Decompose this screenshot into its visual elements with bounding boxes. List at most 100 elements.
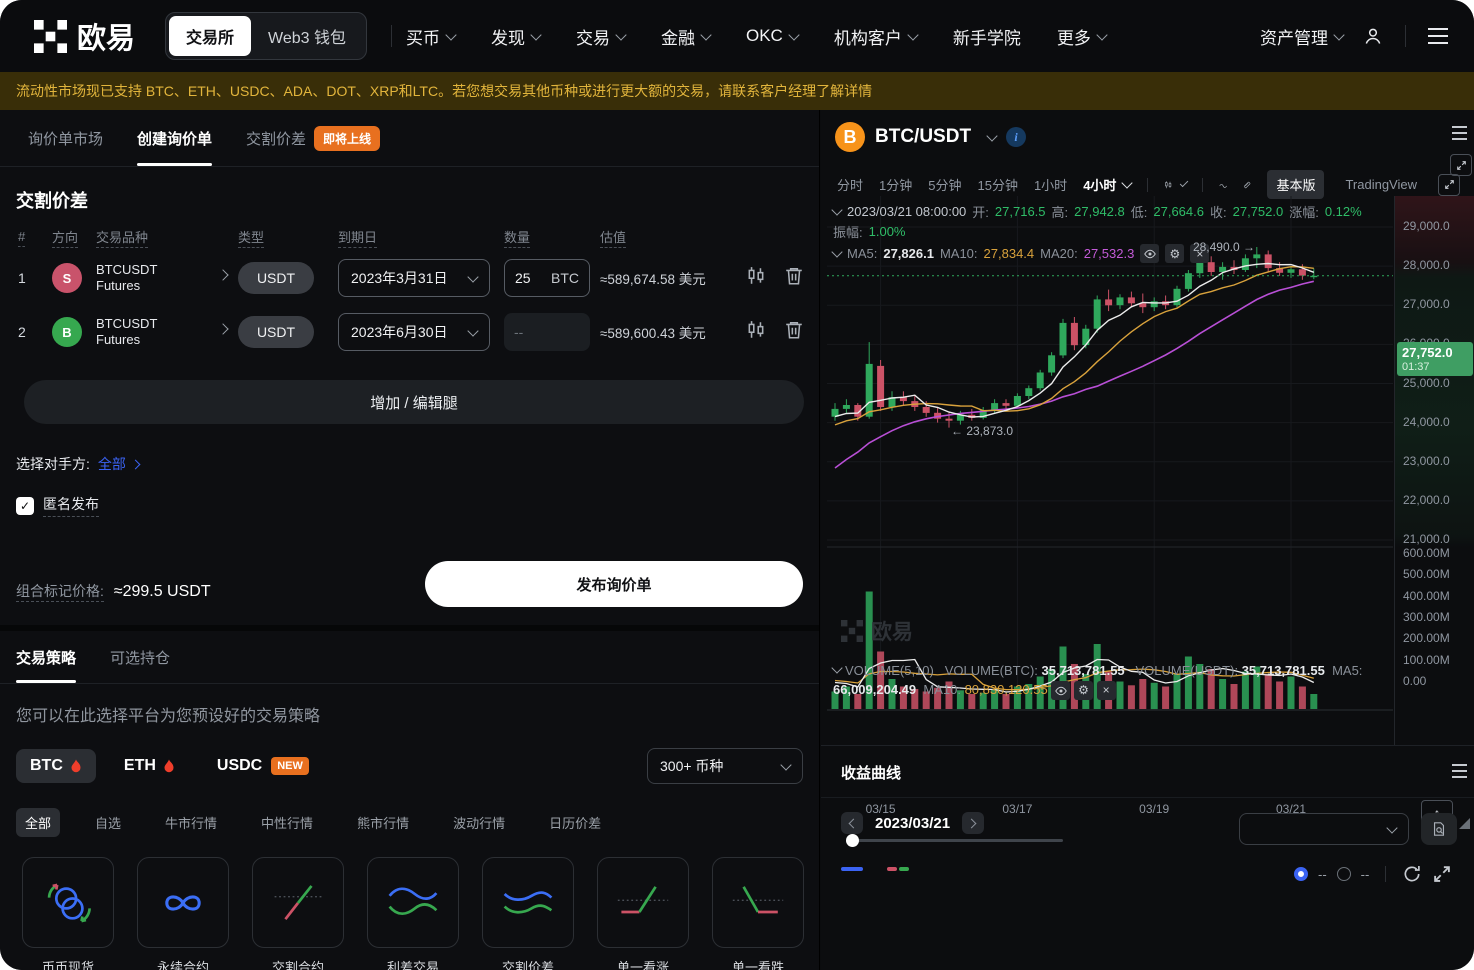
strategy-card-futures[interactable]: 交割合约: [252, 857, 344, 970]
filter-bear[interactable]: 熊市行情: [348, 808, 418, 837]
add-edit-leg-button[interactable]: 增加 / 编辑腿: [24, 380, 804, 424]
nav-item-finance[interactable]: 金融: [661, 24, 710, 49]
user-profile-icon[interactable]: [1363, 26, 1383, 46]
drawing-tools-icon[interactable]: [1243, 176, 1251, 194]
counterparty-all-link[interactable]: 全部: [98, 454, 126, 474]
nav-item-buy[interactable]: 买币: [406, 24, 455, 49]
time-slider[interactable]: [846, 839, 1063, 842]
nav-item-institutional[interactable]: 机构客户: [834, 24, 917, 49]
file-search-icon[interactable]: [1421, 813, 1457, 845]
indicator-line-icon[interactable]: [1219, 176, 1227, 194]
anonymous-checkbox[interactable]: ✓: [16, 497, 34, 515]
nav-item-discover[interactable]: 发现: [491, 24, 540, 49]
tf-1h[interactable]: 1小时: [1034, 175, 1067, 194]
side-buy-badge[interactable]: B: [52, 317, 82, 347]
filter-neutral[interactable]: 中性行情: [252, 808, 322, 837]
strategy-card-perpetual[interactable]: 永续合约: [137, 857, 229, 970]
fullscreen-chart-icon[interactable]: [1438, 174, 1460, 196]
nav-divider: [1405, 25, 1406, 47]
chevron-right-icon[interactable]: [217, 323, 228, 334]
strategy-card-delivery-spread[interactable]: 交割价差: [482, 857, 574, 970]
price-axis[interactable]: 27,752.0 01:37 29,000.028,000.027,000.02…: [1394, 196, 1474, 745]
chevron-down-icon: [907, 29, 918, 40]
chevron-down-icon[interactable]: [1180, 179, 1189, 188]
mark-price-label: 组合标记价格:: [16, 583, 104, 602]
coin-btc-button[interactable]: BTC: [16, 749, 96, 783]
trash-icon[interactable]: [784, 266, 804, 286]
radio-series-1[interactable]: [1294, 867, 1308, 881]
nav-item-assets[interactable]: 资产管理: [1260, 24, 1343, 49]
strategy-card-single-put[interactable]: 单一看跌: [712, 857, 804, 970]
side-sell-badge[interactable]: S: [52, 263, 82, 293]
panel-menu-icon[interactable]: [1452, 126, 1467, 140]
pair-title[interactable]: BTC/USDT: [875, 126, 971, 148]
expand-icon[interactable]: [1432, 864, 1452, 884]
nav-item-okc[interactable]: OKC: [746, 26, 798, 46]
tab-rfq-market[interactable]: 询价单市场: [28, 110, 103, 166]
quantity-input[interactable]: --: [504, 313, 590, 351]
candle-style-icon[interactable]: [1164, 176, 1172, 194]
nav-item-more[interactable]: 更多: [1057, 24, 1106, 49]
gear-icon[interactable]: ⚙: [1074, 681, 1093, 700]
prev-date-button[interactable]: [841, 812, 863, 834]
tf-5m[interactable]: 5分钟: [928, 175, 961, 194]
expiry-select[interactable]: 2023年6月30日: [338, 313, 490, 351]
trash-icon[interactable]: [784, 320, 804, 340]
filter-volatile[interactable]: 波动行情: [444, 808, 514, 837]
next-date-button[interactable]: [962, 812, 984, 834]
coin-usdc-button[interactable]: USDCNEW: [203, 749, 323, 783]
volume-axis-label: 200.00M: [1403, 631, 1450, 645]
view-tradingview[interactable]: TradingView: [1336, 172, 1426, 197]
slider-thumb[interactable]: [846, 834, 859, 847]
radio-series-2[interactable]: [1337, 867, 1351, 881]
view-basic[interactable]: 基本版: [1267, 170, 1324, 199]
tab-create-rfq[interactable]: 创建询价单: [137, 110, 212, 166]
coin-eth-button[interactable]: ETH: [110, 749, 189, 783]
chart-area[interactable]: 27,752.0 01:37 29,000.028,000.027,000.02…: [821, 196, 1474, 745]
product-name[interactable]: BTCUSDTFutures: [96, 316, 212, 348]
section-menu-icon[interactable]: [1452, 764, 1467, 778]
filter-bull[interactable]: 牛市行情: [156, 808, 226, 837]
quantity-input[interactable]: 25BTC: [504, 259, 590, 297]
strategy-card-single-call[interactable]: 单一看涨: [597, 857, 689, 970]
filter-favorites[interactable]: 自选: [86, 808, 130, 837]
tab-optional-positions[interactable]: 可选持仓: [110, 631, 170, 683]
chevron-down-icon[interactable]: [986, 130, 997, 141]
nav-item-academy[interactable]: 新手学院: [953, 24, 1021, 49]
okx-trading-app: 欧易 交易所 Web3 钱包 买币 发现 交易 金融 OKC 机构客户 新手学院…: [0, 0, 1474, 970]
single-put-icon: [722, 874, 794, 932]
eye-icon[interactable]: [1051, 681, 1070, 700]
tab-trade-strategies[interactable]: 交易策略: [16, 631, 76, 683]
filter-calendar-spread[interactable]: 日历价差: [540, 808, 610, 837]
chevron-right-icon[interactable]: [217, 269, 228, 280]
close-icon[interactable]: ×: [1097, 681, 1116, 700]
coin-dropdown[interactable]: 300+ 币种: [647, 748, 803, 784]
tf-15m[interactable]: 15分钟: [977, 175, 1017, 194]
high-annotation: 28,490.0 →: [1143, 240, 1255, 254]
candle-chart-icon[interactable]: [746, 320, 766, 340]
nav-item-trade[interactable]: 交易: [576, 24, 625, 49]
tf-time[interactable]: 分时: [837, 175, 863, 194]
toggle-exchange[interactable]: 交易所: [169, 16, 251, 56]
tab-delivery-spread[interactable]: 交割价差即将上线: [246, 110, 380, 166]
top-nav: 欧易 交易所 Web3 钱包 买币 发现 交易 金融 OKC 机构客户 新手学院…: [0, 0, 1474, 72]
income-dropdown[interactable]: [1239, 813, 1409, 845]
filter-all[interactable]: 全部: [16, 808, 60, 837]
legs-table-header: # 方向 交易品种 类型 到期日 数量 估值: [0, 227, 819, 246]
refresh-icon[interactable]: [1402, 864, 1422, 884]
info-icon[interactable]: i: [1006, 127, 1026, 147]
strategy-card-carry[interactable]: 利差交易: [367, 857, 459, 970]
margin-type-pill[interactable]: USDT: [238, 316, 314, 348]
candle-chart-icon[interactable]: [746, 266, 766, 286]
chevron-down-icon: [615, 29, 626, 40]
margin-type-pill[interactable]: USDT: [238, 262, 314, 294]
strategy-card-spot[interactable]: 币币现货: [22, 857, 114, 970]
hamburger-menu-icon[interactable]: [1428, 28, 1448, 44]
product-name[interactable]: BTCUSDTFutures: [96, 262, 212, 294]
publish-rfq-button[interactable]: 发布询价单: [425, 561, 803, 607]
okx-logo[interactable]: 欧易: [34, 15, 135, 57]
tf-1m[interactable]: 1分钟: [879, 175, 912, 194]
toggle-web3-wallet[interactable]: Web3 钱包: [251, 16, 363, 56]
expiry-select[interactable]: 2023年3月31日: [338, 259, 490, 297]
tf-4h-active[interactable]: 4小时: [1083, 175, 1131, 194]
